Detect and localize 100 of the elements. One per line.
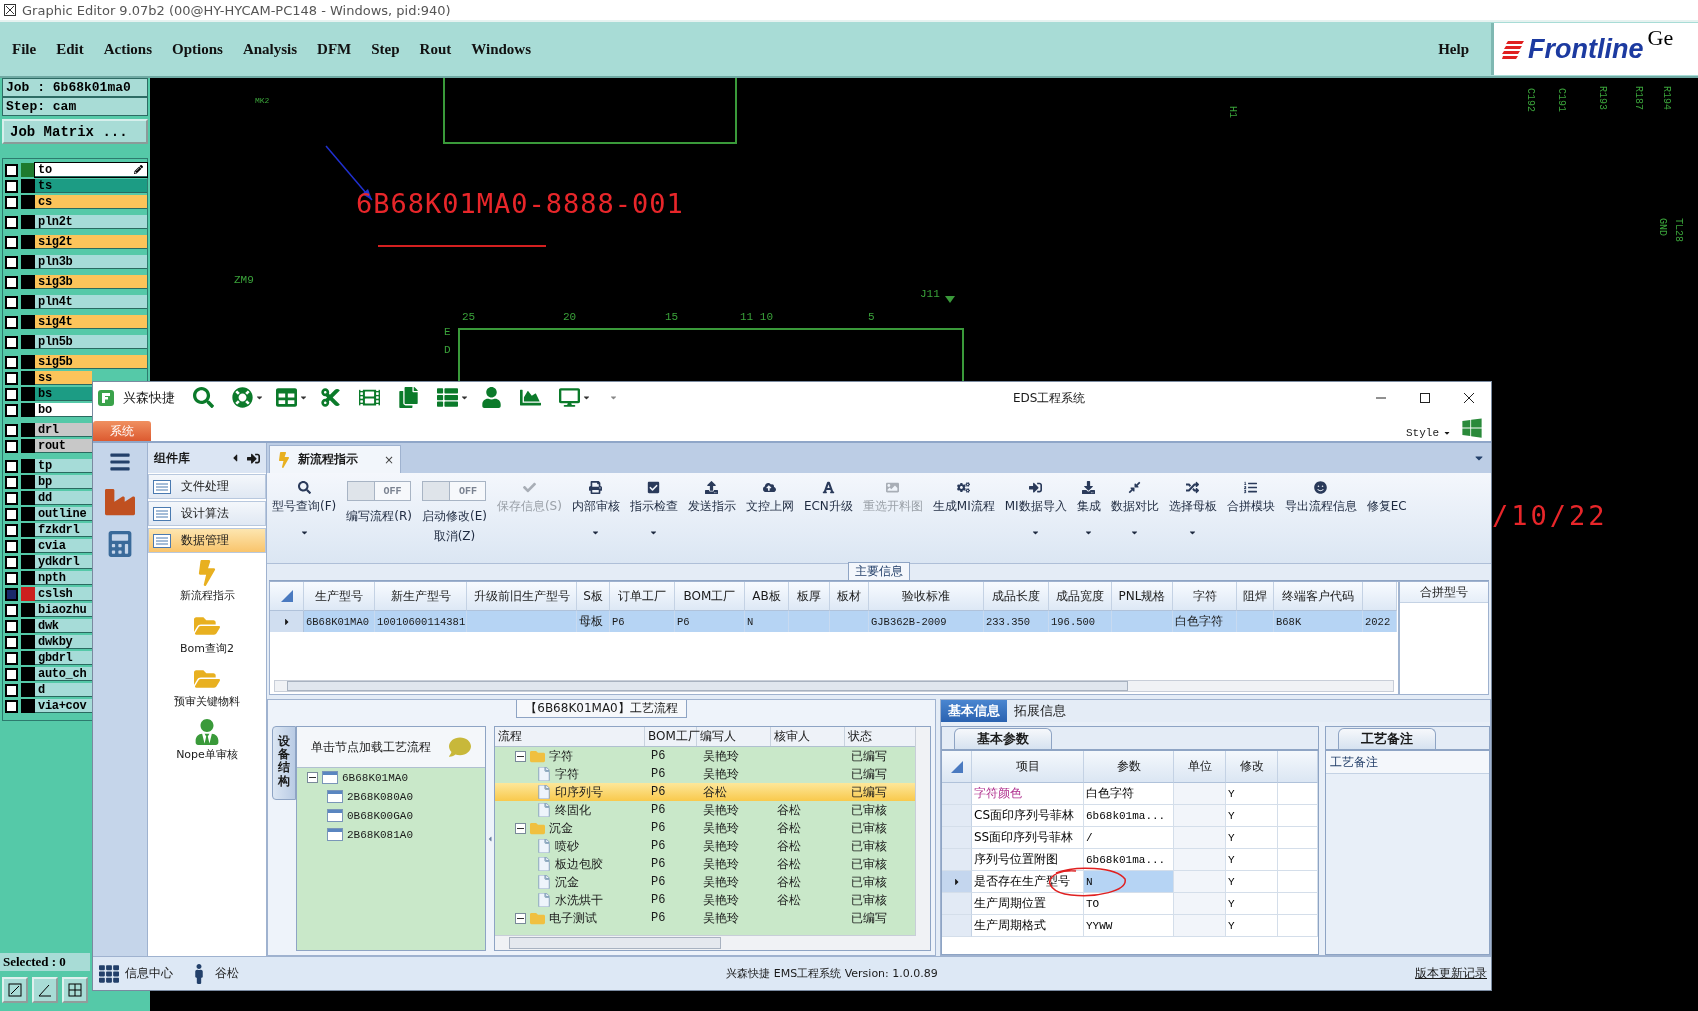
copy-icon[interactable] [398,387,419,408]
layer-name[interactable]: pln2t [35,215,147,229]
column-header[interactable]: 板厚 [789,582,830,611]
caret-icon[interactable] [460,393,469,402]
layer-name[interactable]: dwkby [35,635,92,649]
layer-name[interactable]: d [35,683,92,697]
layer-checkbox[interactable] [5,215,18,229]
toggle-control[interactable]: OFF 启动修改(E) 取消(Z) [416,479,492,545]
layer-checkbox[interactable] [5,683,18,697]
layer-checkbox[interactable] [5,619,18,633]
layer-checkbox[interactable] [5,539,18,553]
close-tab-icon[interactable]: × [383,452,394,467]
zoom-fit-icon[interactable] [2,977,28,1003]
category-item[interactable]: 设计算法 [148,501,266,526]
layer-name[interactable]: tp [35,459,92,473]
scissors-icon[interactable] [320,387,341,408]
ribbon-button[interactable]: 发送指示 [682,479,741,515]
menu-item[interactable]: Step [371,40,400,58]
caret-icon[interactable] [1443,429,1451,437]
layer-name[interactable]: ss [35,371,92,385]
column-header[interactable]: 终端客户代码 [1274,582,1363,611]
layer-checkbox[interactable] [5,371,18,385]
layer-name[interactable]: cslsh [35,587,92,601]
scrollbar[interactable] [274,680,1394,692]
category-item[interactable]: 文件处理 [148,474,266,499]
column-header[interactable]: 成品长度 [984,582,1049,611]
list-icon[interactable] [437,387,458,408]
ribbon-button[interactable]: 合拼模块 [1221,479,1280,515]
layer-checkbox[interactable] [5,355,18,369]
column-header[interactable]: 新生产型号 [375,582,467,611]
menu-icon[interactable] [109,451,131,473]
column-header[interactable]: PNL规格 [1112,582,1173,611]
flow-step[interactable]: 终固化 [555,801,591,819]
param-value[interactable]: 6b68k01ma... [1084,805,1174,827]
layer-name[interactable]: pln4t [35,295,147,309]
layer-name[interactable]: sig2t [35,235,147,249]
category-item[interactable]: 数据管理 [148,528,266,553]
customize-icon[interactable] [609,393,618,402]
layer-checkbox[interactable] [5,179,18,193]
caret-icon[interactable] [1130,528,1140,537]
layer-checkbox[interactable] [5,255,18,269]
layer-name[interactable]: rout [35,439,92,453]
column-header[interactable]: 项目 [972,751,1084,783]
column-header[interactable]: 生产型号 [304,582,375,611]
column-header[interactable]: 板材 [830,582,869,611]
caret-icon[interactable] [649,528,659,537]
layer-name[interactable]: cvia [35,539,92,553]
layer-checkbox[interactable] [5,699,18,713]
flow-step[interactable]: 电子测试 [549,909,597,927]
ribbon-button[interactable]: MI数据导入 [999,479,1072,537]
layer-name[interactable]: sig5b [35,355,147,369]
caret-icon[interactable] [255,393,264,402]
collapse-icon[interactable] [307,772,318,783]
tool-item[interactable]: Bom查询2 [148,607,266,660]
param-value[interactable]: TO [1084,893,1174,915]
side-tab[interactable]: 设备结构 [272,726,296,800]
column-header[interactable]: 参数 [1084,751,1174,783]
tool-item[interactable]: Nope单审核 [148,713,266,766]
layer-checkbox[interactable] [5,523,18,537]
layer-checkbox[interactable] [5,295,18,309]
layer-checkbox[interactable] [5,571,18,585]
menu-item[interactable]: Help [1438,40,1469,58]
column-header[interactable]: 流程 [495,727,645,746]
layer-name[interactable]: dwk [35,619,92,633]
param-value[interactable]: YYWW [1084,915,1174,937]
ribbon-button[interactable]: 型号查询(F) [267,479,342,537]
flow-step[interactable]: 字符 [549,747,573,765]
notes-tab[interactable]: 工艺备注 [1338,728,1436,749]
layer-checkbox[interactable] [5,275,18,289]
ribbon-button[interactable]: 文控上网 [740,479,799,515]
film-icon[interactable] [359,387,380,408]
menu-item[interactable]: Options [172,40,223,58]
layer-name[interactable]: bo [35,403,92,417]
column-header[interactable]: 修改 [1226,751,1278,783]
factory-icon[interactable] [105,487,135,517]
layer-checkbox[interactable] [5,195,18,209]
scrollbar[interactable] [495,935,930,950]
layer-checkbox[interactable] [5,315,18,329]
flow-step[interactable]: 喷砂 [555,837,579,855]
caret-icon[interactable] [591,528,601,537]
layer-name[interactable]: bp [35,475,92,489]
job-matrix-button[interactable]: Job Matrix ... [2,119,148,144]
tree-node[interactable]: 0B68K00GA0 [297,806,485,825]
column-header[interactable]: 成品宽度 [1049,582,1112,611]
angle-icon[interactable] [32,977,58,1003]
dock-icon[interactable] [247,451,260,465]
layer-name[interactable]: biaozhu [35,603,92,617]
layer-checkbox[interactable] [5,635,18,649]
ribbon-button[interactable]: 指示检查 [624,479,683,537]
caret-icon[interactable] [1188,528,1198,537]
collapse-icon[interactable] [515,912,526,924]
layer-checkbox[interactable] [5,603,18,617]
column-header[interactable]: 订单工厂 [610,582,675,611]
layer-name[interactable]: outline [35,507,92,521]
column-header[interactable]: BOM工厂 [675,582,745,611]
column-header[interactable]: 升级前旧生产型号 [467,582,577,611]
layer-checkbox[interactable] [5,459,18,473]
layer-name[interactable]: sig3b [35,275,147,289]
layer-name[interactable]: pln5b [35,335,147,349]
column-header[interactable]: AB板 [745,582,789,611]
